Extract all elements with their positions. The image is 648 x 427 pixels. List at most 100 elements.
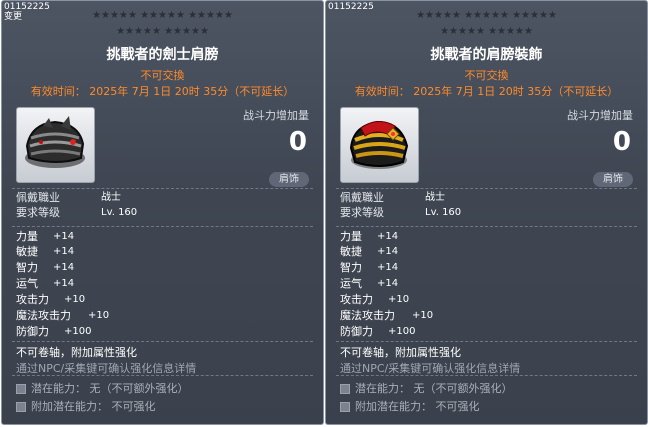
potential-bullet-icon xyxy=(16,402,26,412)
potential-bullet-icon xyxy=(340,402,350,412)
level-value: Lv. 160 xyxy=(101,207,138,218)
stat-value: +14 xyxy=(377,231,399,242)
dark-helmet-shoulder-icon xyxy=(25,116,85,168)
item-icon-box xyxy=(340,107,419,183)
item-tooltip-right: 01152225 ★★★★★ ★★★★★ ★★★★★ ★★★★★ ★★★★★ 挑… xyxy=(325,0,648,425)
item-title: 挑戰者的劍士肩膀 xyxy=(106,47,219,63)
stat-row: 智力 +14 xyxy=(16,261,74,275)
stat-value: +10 xyxy=(88,310,110,321)
stat-value: +14 xyxy=(377,262,399,273)
stat-value: +14 xyxy=(53,246,75,257)
slot-badge: 肩饰 xyxy=(269,172,309,187)
stat-label: 魔法攻击力 xyxy=(340,309,395,322)
star-force-row-1: ★★★★★ ★★★★★ ★★★★★ xyxy=(92,10,233,21)
level-label: 要求等级 xyxy=(16,206,60,219)
stat-value: +14 xyxy=(53,278,75,289)
job-label: 佩戴職业 xyxy=(340,191,384,204)
potential-row: 潜在能力： 无（不可额外强化） xyxy=(340,380,513,396)
stat-label: 智力 xyxy=(16,261,38,274)
star-force-row-2: ★★★★★ ★★★★★ xyxy=(116,26,209,37)
stat-row: 攻击力 +10 xyxy=(16,293,85,307)
stat-value: +14 xyxy=(53,231,75,242)
stat-row: 敏捷 +14 xyxy=(16,245,74,259)
stat-row: 魔法攻击力 +10 xyxy=(340,309,433,323)
additional-potential-text: 附加潜在能力： 不可强化 xyxy=(355,400,480,413)
stat-value: +10 xyxy=(412,310,434,321)
stat-row: 防御力 +100 xyxy=(16,325,91,339)
stat-row: 力量 +14 xyxy=(16,230,74,244)
level-label: 要求等级 xyxy=(340,206,384,219)
stat-label: 敏捷 xyxy=(16,245,38,258)
divider xyxy=(336,341,637,342)
stat-value: +14 xyxy=(53,262,75,273)
stat-value: +100 xyxy=(64,326,92,337)
divider xyxy=(12,341,313,342)
power-increase-value: 0 xyxy=(612,127,631,157)
potential-row: 潜在能力： 无（不可额外强化） xyxy=(16,380,189,396)
stat-label: 运气 xyxy=(340,277,362,290)
upgrade-note: 不可卷轴，附加属性强化 xyxy=(340,346,461,359)
stat-row: 攻击力 +10 xyxy=(340,293,409,307)
stat-value: +10 xyxy=(64,294,86,305)
potential-bullet-icon xyxy=(340,384,350,394)
divider xyxy=(336,188,637,189)
stat-label: 敏捷 xyxy=(340,245,362,258)
power-increase-value: 0 xyxy=(288,127,307,157)
star-force-row-2: ★★★★★ ★★★★★ xyxy=(440,26,533,37)
stat-label: 力量 xyxy=(340,230,362,243)
job-label: 佩戴職业 xyxy=(16,191,60,204)
level-row: 要求等级 Lv. 160 xyxy=(16,206,137,220)
power-increase-label: 战斗力增加量 xyxy=(567,109,633,122)
item-title: 挑戰者的肩膀裝飾 xyxy=(430,47,543,63)
item-icon-box xyxy=(16,107,95,183)
expiry-text: 有效时间： 2025年 7月 1日 20时 35分（不可延长） xyxy=(30,85,295,98)
stat-value: +10 xyxy=(388,294,410,305)
stat-label: 智力 xyxy=(340,261,362,274)
upgrade-hint: 通过NPC/采集键可确认强化信息详情 xyxy=(16,362,197,375)
stat-label: 攻击力 xyxy=(16,293,49,306)
stat-label: 运气 xyxy=(16,277,38,290)
power-increase-label: 战斗力增加量 xyxy=(243,109,309,122)
stat-label: 魔法攻击力 xyxy=(16,309,71,322)
potential-text: 潜在能力： 无（不可额外强化） xyxy=(31,382,189,395)
additional-potential-row: 附加潜在能力： 不可强化 xyxy=(340,398,480,414)
gold-red-shoulder-icon xyxy=(349,120,409,169)
stat-row: 运气 +14 xyxy=(340,277,398,291)
stat-row: 防御力 +100 xyxy=(340,325,415,339)
stat-value: +14 xyxy=(377,246,399,257)
stat-row: 魔法攻击力 +10 xyxy=(16,309,109,323)
star-force-row-1: ★★★★★ ★★★★★ ★★★★★ xyxy=(416,10,557,21)
stat-label: 防御力 xyxy=(340,325,373,338)
stat-label: 防御力 xyxy=(16,325,49,338)
level-value: Lv. 160 xyxy=(425,207,462,218)
divider xyxy=(336,226,637,227)
stat-value: +14 xyxy=(377,278,399,289)
stat-row: 力量 +14 xyxy=(340,230,398,244)
stat-row: 敏捷 +14 xyxy=(340,245,398,259)
potential-text: 潜在能力： 无（不可额外强化） xyxy=(355,382,513,395)
job-row: 佩戴職业 战士 xyxy=(16,191,121,205)
stat-label: 力量 xyxy=(16,230,38,243)
slot-badge: 肩饰 xyxy=(593,172,633,187)
item-tooltip-left: 01152225 变更 ★★★★★ ★★★★★ ★★★★★ ★★★★★ ★★★★… xyxy=(1,0,324,425)
stat-value: +100 xyxy=(388,326,416,337)
divider xyxy=(12,226,313,227)
expiry-text: 有效时间： 2025年 7月 1日 20时 35分（不可延长） xyxy=(354,85,619,98)
trade-status: 不可交換 xyxy=(464,69,509,82)
job-value: 战士 xyxy=(101,192,121,203)
upgrade-note: 不可卷轴，附加属性强化 xyxy=(16,346,137,359)
stat-row: 智力 +14 xyxy=(340,261,398,275)
divider xyxy=(12,375,313,376)
trade-status: 不可交換 xyxy=(140,69,185,82)
divider xyxy=(12,188,313,189)
additional-potential-row: 附加潜在能力： 不可强化 xyxy=(16,398,156,414)
job-row: 佩戴職业 战士 xyxy=(340,191,445,205)
potential-bullet-icon xyxy=(16,384,26,394)
stat-row: 运气 +14 xyxy=(16,277,74,291)
additional-potential-text: 附加潜在能力： 不可强化 xyxy=(31,400,156,413)
upgrade-hint: 通过NPC/采集键可确认强化信息详情 xyxy=(340,362,521,375)
divider xyxy=(336,375,637,376)
stat-label: 攻击力 xyxy=(340,293,373,306)
job-value: 战士 xyxy=(425,192,445,203)
level-row: 要求等级 Lv. 160 xyxy=(340,206,461,220)
